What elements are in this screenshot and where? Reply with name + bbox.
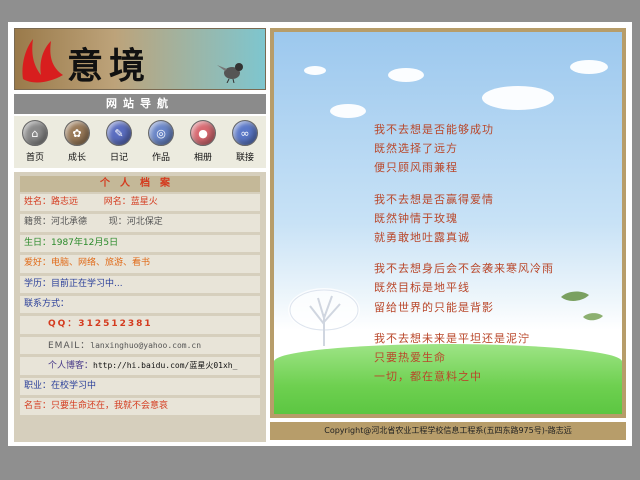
nav-bar: ⌂ 首页 ✿ 成长 ✎ 日记 ◎ 作品 ● 相册 ∞ 联接	[14, 116, 266, 168]
bird-icon	[217, 63, 243, 83]
profile-panel: 个人档案 姓名：路志远 网名：蓝星火 籍贯：河北承德 现：河北保定 生日：198…	[14, 172, 266, 442]
page-frame: 意境 网站导航 ⌂ 首页 ✿ 成长 ✎ 日记 ◎ 作品 ● 相册 ∞ 联接 个人…	[8, 22, 632, 446]
nav-label-links: 联接	[235, 153, 254, 163]
poem-line: 既然选择了远方	[374, 142, 458, 156]
blog-link[interactable]: http://hi.baidu.com/蓝星火01xh_	[93, 361, 237, 370]
poem-stanza: 我不去想未来是平坦还是泥泞 只要热爱生命 一切，都在意料之中	[374, 329, 554, 387]
copyright-footer: Copyright@河北省农业工程学校信息工程系(五四东路975号)-路志远	[270, 422, 626, 440]
cloud	[570, 60, 608, 74]
profile-row-birthday: 生日：1987年12月5日	[20, 234, 260, 254]
poem-line: 我不去想未来是平坦还是泥泞	[374, 331, 530, 345]
poem-line: 我不去想身后会不会袭来寒风冷雨	[374, 262, 554, 276]
site-logo: 意境	[14, 28, 266, 90]
nav-label-home: 首页	[25, 153, 44, 163]
leaf-icon	[561, 291, 589, 301]
nav-label-album: 相册	[193, 153, 212, 163]
leaf-icon	[583, 313, 603, 321]
links-icon: ∞	[232, 120, 258, 146]
cloud	[304, 66, 326, 75]
poem-line: 既然目标是地平线	[374, 281, 470, 295]
name-label: 姓名：	[24, 197, 52, 207]
left-column: 意境 网站导航 ⌂ 首页 ✿ 成长 ✎ 日记 ◎ 作品 ● 相册 ∞ 联接 个人…	[14, 28, 266, 442]
name-value: 路志远	[51, 197, 79, 207]
poem-line: 一切，都在意料之中	[374, 370, 482, 384]
qq-number[interactable]: QQ：312512381	[48, 319, 153, 329]
tree-icon	[288, 288, 360, 346]
diary-icon: ✎	[106, 120, 132, 146]
cloud	[330, 104, 366, 118]
email-label: EMAIL：	[48, 340, 91, 351]
profile-row-education: 学历：目前正在学习中...	[20, 275, 260, 294]
poem-line: 留给世界的只能是背影	[374, 300, 494, 314]
profile-row-contact: 联系方式：	[20, 295, 260, 315]
job: 职业：在校学习中	[24, 380, 97, 391]
sky-scene: 我不去想是否能够成功 既然选择了远方 便只顾风雨兼程 我不去想是否赢得爱情 既然…	[274, 32, 622, 414]
poem-line: 就勇敢地吐露真诚	[374, 231, 470, 245]
blog-label: 个人博客：	[48, 361, 94, 372]
poem-line: 只要热爱生命	[374, 351, 446, 365]
poem-panel: 我不去想是否能够成功 既然选择了远方 便只顾风雨兼程 我不去想是否赢得爱情 既然…	[270, 28, 626, 418]
cloud	[482, 86, 554, 110]
profile-row-blog: 个人博客：http://hi.baidu.com/蓝星火01xh_	[20, 357, 260, 376]
profile-row-native: 籍贯：河北承德 现：河北保定	[20, 214, 260, 233]
current-place: 现：河北保定	[108, 217, 163, 228]
nav-item-album[interactable]: ● 相册	[183, 120, 223, 168]
birthday: 生日：1987年12月5日	[24, 237, 119, 248]
profile-row-name: 姓名：路志远 网名：蓝星火	[20, 194, 260, 213]
poem-line: 既然钟情于玫瑰	[374, 211, 458, 225]
hobbies: 爱好：电脑、网络、旅游、看书	[24, 258, 151, 269]
poem: 我不去想是否能够成功 既然选择了远方 便只顾风雨兼程 我不去想是否赢得爱情 既然…	[374, 120, 554, 386]
education: 学历：目前正在学习中...	[24, 278, 123, 289]
profile-title: 个人档案	[20, 176, 260, 192]
poem-line: 我不去想是否赢得爱情	[374, 192, 494, 206]
nav-label-works: 作品	[151, 153, 170, 163]
motto: 名言：只要生命还在，我就不会意哀	[24, 400, 169, 411]
nav-item-home[interactable]: ⌂ 首页	[15, 120, 55, 168]
netname-value: 蓝星火	[130, 197, 158, 207]
album-icon: ●	[190, 120, 216, 146]
poem-stanza: 我不去想是否能够成功 既然选择了远方 便只顾风雨兼程	[374, 120, 554, 178]
profile-row-qq: QQ：312512381	[20, 316, 260, 335]
nav-title: 网站导航	[14, 94, 266, 114]
poem-line: 我不去想是否能够成功	[374, 123, 494, 136]
home-icon: ⌂	[22, 120, 48, 146]
nav-item-works[interactable]: ◎ 作品	[141, 120, 181, 168]
works-icon: ◎	[148, 120, 174, 146]
profile-row-motto: 名言：只要生命还在，我就不会意哀	[20, 397, 260, 417]
email-link[interactable]: lanxinghuo@yahoo.com.cn	[90, 341, 201, 350]
growth-icon: ✿	[64, 120, 90, 146]
profile-row-email: EMAIL：lanxinghuo@yahoo.com.cn	[20, 336, 260, 356]
nav-item-growth[interactable]: ✿ 成长	[57, 120, 97, 168]
nav-item-diary[interactable]: ✎ 日记	[99, 120, 139, 168]
nav-label-diary: 日记	[109, 153, 128, 163]
nav-label-growth: 成长	[67, 153, 86, 163]
poem-line: 便只顾风雨兼程	[374, 161, 458, 175]
swoosh-logo-icon	[22, 39, 63, 83]
poem-stanza: 我不去想身后会不会袭来寒风冷雨 既然目标是地平线 留给世界的只能是背影	[374, 259, 554, 317]
native-place: 籍贯：河北承德	[24, 217, 88, 228]
nav-item-links[interactable]: ∞ 联接	[225, 120, 265, 168]
profile-row-job: 职业：在校学习中	[20, 377, 260, 396]
netname-label: 网名：	[103, 197, 131, 207]
brand-title: 意境	[67, 45, 152, 87]
profile-row-hobbies: 爱好：电脑、网络、旅游、看书	[20, 255, 260, 274]
cloud	[388, 68, 424, 82]
contact-label: 联系方式：	[24, 298, 70, 309]
poem-stanza: 我不去想是否赢得爱情 既然钟情于玫瑰 就勇敢地吐露真诚	[374, 190, 554, 248]
